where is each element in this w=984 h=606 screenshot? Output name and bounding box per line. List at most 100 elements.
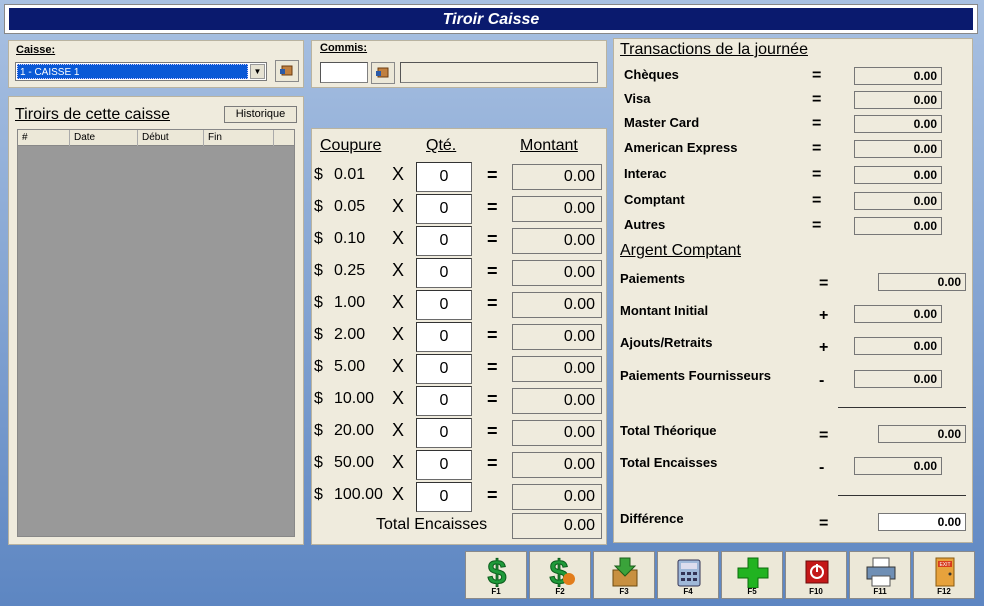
window-title-bar: Tiroir Caisse — [4, 4, 978, 34]
equals-sign: = — [487, 165, 498, 185]
operator-sign: - — [819, 459, 825, 476]
svg-text:$: $ — [488, 556, 507, 588]
caisse-select[interactable]: 1 - CAISSE 1 ▼ — [15, 62, 267, 81]
amount-value: 0.00 — [512, 164, 602, 190]
argent-value: 0.00 — [854, 370, 942, 388]
f4-button[interactable]: F4 — [657, 551, 719, 599]
tiroirs-table[interactable]: # Date Début Fin — [17, 129, 295, 537]
tiroirs-table-header: # Date Début Fin — [18, 130, 294, 146]
operator-sign: = — [819, 275, 829, 292]
argent-label: Paiements — [620, 271, 686, 286]
quantity-input[interactable]: 0 — [416, 258, 472, 288]
quantity-input[interactable]: 0 — [416, 226, 472, 256]
quantity-input[interactable]: 0 — [416, 322, 472, 352]
fkey-label: F2 — [555, 587, 565, 596]
commis-input[interactable] — [320, 62, 368, 83]
quantity-input[interactable]: 0 — [416, 386, 472, 416]
multiply-sign: X — [392, 164, 405, 184]
denomination: 1.00 — [334, 294, 366, 311]
amount-value: 0.00 — [512, 388, 602, 414]
fkey-label: F3 — [619, 587, 629, 596]
quantity-input[interactable]: 0 — [416, 482, 472, 512]
equals-sign: = — [487, 261, 498, 281]
argent-title: Argent Comptant — [620, 242, 741, 259]
commis-search-button[interactable] — [371, 62, 395, 84]
power-icon — [805, 560, 829, 584]
currency-symbol: $ — [314, 486, 323, 503]
f3-button[interactable]: F3 — [593, 551, 655, 599]
tiroirs-panel: Tiroirs de cette caisse Historique # Dat… — [8, 96, 304, 545]
currency-symbol: $ — [314, 326, 323, 343]
quantity-input[interactable]: 0 — [416, 194, 472, 224]
transaction-value: 0.00 — [854, 166, 942, 184]
col-coupure-header: Coupure — [320, 137, 382, 154]
fkey-label: F10 — [809, 587, 823, 596]
f2-button[interactable]: $ F2 — [529, 551, 591, 599]
quantity-input[interactable]: 0 — [416, 450, 472, 480]
amount-value: 0.00 — [512, 452, 602, 478]
transaction-value: 0.00 — [854, 192, 942, 210]
multiply-sign: X — [392, 260, 405, 280]
multiply-sign: X — [392, 452, 405, 472]
chevron-down-icon[interactable]: ▼ — [250, 64, 265, 79]
transaction-label: American Express — [624, 140, 738, 155]
amount-value: 0.00 — [512, 228, 602, 254]
equals-sign: = — [487, 357, 498, 377]
dollar-refresh-icon: $ — [549, 556, 575, 588]
f10-button[interactable]: F10 — [785, 551, 847, 599]
currency-symbol: $ — [314, 198, 323, 215]
currency-symbol: $ — [314, 390, 323, 407]
f1-button[interactable]: $ F1 — [465, 551, 527, 599]
total-encaisses-value: 0.00 — [512, 513, 602, 539]
equals-sign: = — [487, 229, 498, 249]
equals-sign: = — [487, 325, 498, 345]
multiply-sign: X — [392, 420, 405, 440]
f5-button[interactable]: F5 — [721, 551, 783, 599]
quantity-input[interactable]: 0 — [416, 162, 472, 192]
col-header-fin[interactable]: Fin — [204, 130, 274, 146]
amount-value: 0.00 — [512, 292, 602, 318]
equals-sign: = — [812, 115, 822, 132]
argent-value: 0.00 — [854, 457, 942, 475]
exit-door-icon: EXIT — [935, 557, 955, 587]
equals-sign: = — [487, 197, 498, 217]
commis-name-display — [400, 62, 598, 83]
fkey-label: F4 — [683, 587, 693, 596]
multiply-sign: X — [392, 324, 405, 344]
quantity-input[interactable]: 0 — [416, 354, 472, 384]
denomination: 0.25 — [334, 262, 366, 279]
equals-sign: = — [812, 67, 822, 84]
transaction-label: Comptant — [624, 192, 685, 207]
fkey-label: F11 — [873, 587, 887, 596]
col-qty-header: Qté. — [426, 137, 457, 154]
separator-line — [838, 407, 966, 408]
plus-icon — [737, 557, 769, 588]
argent-label: Total Encaisses — [620, 455, 718, 470]
historique-button[interactable]: Historique — [224, 106, 297, 123]
f12-button[interactable]: EXIT F12 — [913, 551, 975, 599]
separator-line — [838, 495, 966, 496]
denomination: 2.00 — [334, 326, 366, 343]
caisse-select-value: 1 - CAISSE 1 — [17, 64, 248, 79]
col-header-number[interactable]: # — [18, 130, 70, 146]
denomination: 0.05 — [334, 198, 366, 215]
operator-sign: + — [819, 339, 829, 356]
transaction-label: Chèques — [624, 67, 679, 82]
col-header-debut[interactable]: Début — [138, 130, 204, 146]
multiply-sign: X — [392, 356, 405, 376]
denomination: 5.00 — [334, 358, 366, 375]
caisse-search-button[interactable] — [275, 60, 299, 82]
f11-button[interactable]: F11 — [849, 551, 911, 599]
operator-sign: = — [819, 427, 829, 444]
amount-value: 0.00 — [512, 324, 602, 350]
argent-label: Total Théorique — [620, 423, 717, 438]
argent-label: Ajouts/Retraits — [620, 335, 713, 350]
quantity-input[interactable]: 0 — [416, 290, 472, 320]
caisse-label: Caisse: — [16, 44, 56, 56]
currency-symbol: $ — [314, 294, 323, 311]
col-header-date[interactable]: Date — [70, 130, 138, 146]
operator-sign: + — [819, 307, 829, 324]
argent-label: Paiements Fournisseurs — [620, 368, 771, 383]
quantity-input[interactable]: 0 — [416, 418, 472, 448]
search-hand-icon — [280, 65, 293, 76]
